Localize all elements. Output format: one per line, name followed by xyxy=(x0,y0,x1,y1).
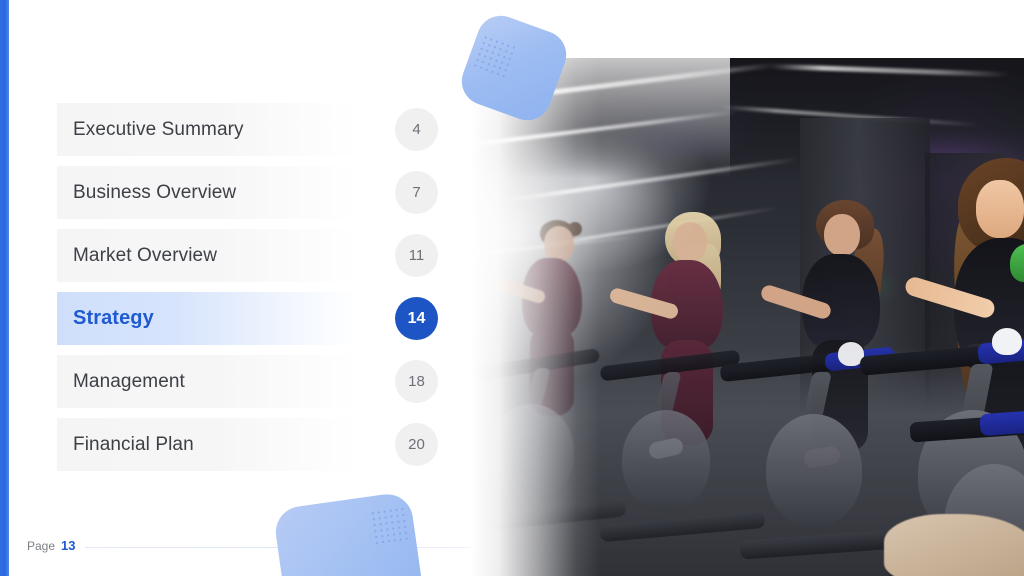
toc-item-label: Management xyxy=(73,370,185,392)
toc-item-business-overview[interactable]: Business Overview 7 xyxy=(57,166,438,219)
toc-item-strategy[interactable]: Strategy 14 xyxy=(57,292,438,345)
toc-page-badge[interactable]: 7 xyxy=(395,171,438,214)
head xyxy=(673,222,707,262)
slide-canvas: Executive Summary 4 Business Overview 7 … xyxy=(0,0,1024,576)
toc-item-label: Business Overview xyxy=(73,181,237,203)
flywheel-guard xyxy=(766,414,862,526)
toc-page-badge[interactable]: 18 xyxy=(395,360,438,403)
toc-item-management[interactable]: Management 18 xyxy=(57,355,438,408)
footer: Page 13 xyxy=(27,538,76,553)
footer-page-word: Page xyxy=(27,538,56,553)
gym-photo-panel xyxy=(470,58,1024,576)
toc-item-executive-summary[interactable]: Executive Summary 4 xyxy=(57,103,438,156)
dot-pattern xyxy=(369,505,408,545)
toc-item-label: Financial Plan xyxy=(73,433,194,455)
toc-page-badge[interactable]: 4 xyxy=(395,108,438,151)
left-accent-bar xyxy=(0,0,9,576)
toc-page-badge[interactable]: 11 xyxy=(395,234,438,277)
flywheel-guard xyxy=(622,410,710,510)
toc-page-badge[interactable]: 20 xyxy=(395,423,438,466)
head xyxy=(824,214,860,256)
head xyxy=(976,180,1024,238)
handlebar-blue-accent xyxy=(979,409,1024,437)
toc-page-badge-active[interactable]: 14 xyxy=(395,297,438,340)
toc-item-label: Market Overview xyxy=(73,244,218,266)
dot-pattern xyxy=(472,33,516,78)
toc-item-label: Strategy xyxy=(73,307,154,329)
decorative-rounded-square-bottom xyxy=(272,490,426,576)
toc-item-label: Executive Summary xyxy=(73,118,244,140)
table-of-contents: Executive Summary 4 Business Overview 7 … xyxy=(57,103,438,481)
glove xyxy=(992,328,1022,355)
toc-item-market-overview[interactable]: Market Overview 11 xyxy=(57,229,438,282)
footer-page-number: 13 xyxy=(61,538,76,553)
towel xyxy=(884,514,1024,576)
toc-item-financial-plan[interactable]: Financial Plan 20 xyxy=(57,418,438,471)
